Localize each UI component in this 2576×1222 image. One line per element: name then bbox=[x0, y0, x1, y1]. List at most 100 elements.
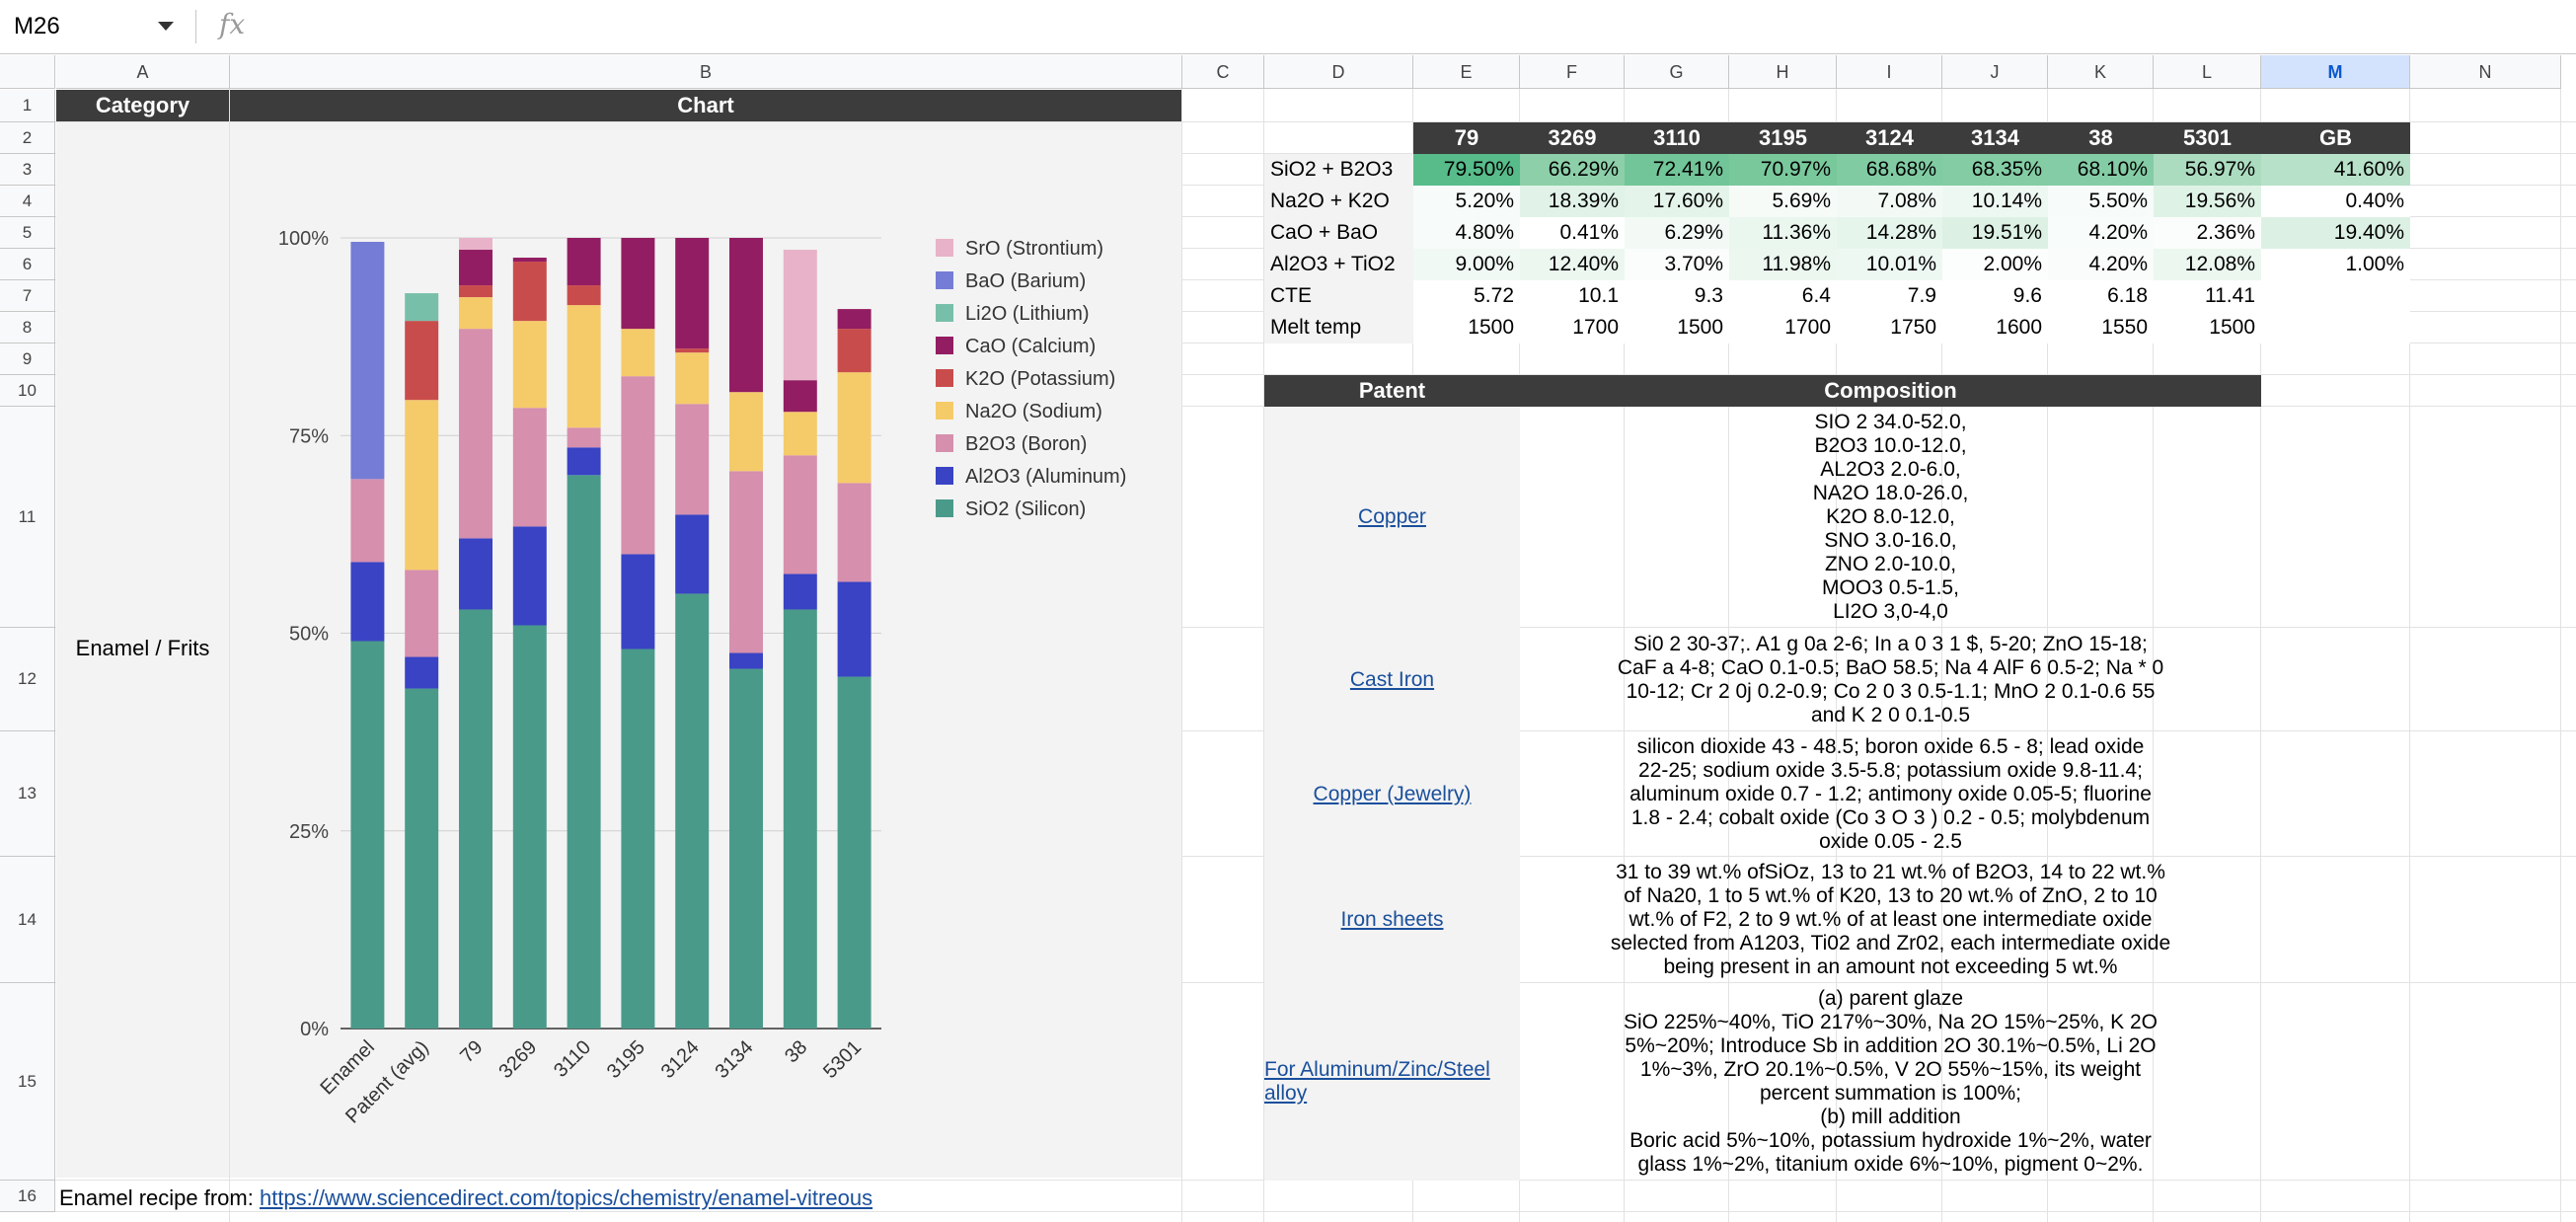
table-cell[interactable]: 11.41 bbox=[2154, 280, 2261, 312]
table-cell[interactable]: 5.69% bbox=[1729, 186, 1837, 217]
bar-segment[interactable] bbox=[729, 471, 763, 653]
bar-segment[interactable] bbox=[512, 526, 547, 626]
row-header-3[interactable]: 3 bbox=[0, 154, 55, 186]
table-cell[interactable]: 1700 bbox=[1520, 312, 1625, 344]
bar-segment[interactable] bbox=[621, 329, 655, 377]
row-header-7[interactable]: 7 bbox=[0, 280, 55, 312]
column-header-b[interactable]: B bbox=[230, 55, 1182, 89]
bar-segment[interactable] bbox=[837, 581, 871, 677]
bar-segment[interactable] bbox=[567, 238, 601, 286]
bar-segment[interactable] bbox=[567, 475, 601, 1029]
table-cell[interactable]: 18.39% bbox=[1520, 186, 1625, 217]
bar-segment[interactable] bbox=[405, 656, 439, 689]
row-header-6[interactable]: 6 bbox=[0, 249, 55, 280]
table-cell[interactable]: 1550 bbox=[2048, 312, 2154, 344]
table-cell[interactable]: 12.40% bbox=[1520, 249, 1625, 280]
patent-link[interactable]: For Aluminum/Zinc/Steel alloy bbox=[1264, 1058, 1520, 1106]
patent-cell[interactable]: For Aluminum/Zinc/Steel alloy bbox=[1264, 983, 1520, 1181]
column-header-h[interactable]: H bbox=[1729, 55, 1837, 89]
table-row-label[interactable]: CaO + BaO bbox=[1264, 217, 1413, 249]
table-cell[interactable]: 12.08% bbox=[2154, 249, 2261, 280]
table-cell[interactable]: 17.60% bbox=[1625, 186, 1729, 217]
row-header-14[interactable]: 14 bbox=[0, 857, 55, 983]
table-cell[interactable]: 14.28% bbox=[1837, 217, 1942, 249]
column-header-n[interactable]: N bbox=[2410, 55, 2561, 89]
table-cell[interactable]: 1500 bbox=[1625, 312, 1729, 344]
bar-segment[interactable] bbox=[459, 297, 492, 330]
bar-segment[interactable] bbox=[621, 554, 655, 649]
table-header-5301[interactable]: 5301 bbox=[2154, 122, 2261, 154]
patent-cell[interactable]: Copper bbox=[1264, 407, 1520, 628]
column-header-k[interactable]: K bbox=[2048, 55, 2154, 89]
bar-segment[interactable] bbox=[837, 676, 871, 1029]
column-header-f[interactable]: F bbox=[1520, 55, 1625, 89]
bar-segment[interactable] bbox=[837, 309, 871, 330]
table-cell[interactable]: 79.50% bbox=[1413, 154, 1520, 186]
select-all-corner[interactable] bbox=[0, 55, 55, 89]
bar-segment[interactable] bbox=[729, 238, 763, 393]
table-cell[interactable]: 2.36% bbox=[2154, 217, 2261, 249]
table-header-3195[interactable]: 3195 bbox=[1729, 122, 1837, 154]
table-cell[interactable]: 0.40% bbox=[2261, 186, 2410, 217]
table-cell[interactable]: 2.00% bbox=[1942, 249, 2048, 280]
stacked-bar-chart[interactable]: 0%25%50%75%100%EnamelPatent (avg) 79 3269 3… bbox=[230, 122, 1181, 1178]
table-header-3110[interactable]: 3110 bbox=[1625, 122, 1729, 154]
table-cell[interactable]: 1600 bbox=[1942, 312, 2048, 344]
table-header-38[interactable]: 38 bbox=[2048, 122, 2154, 154]
table-cell[interactable]: 1700 bbox=[1729, 312, 1837, 344]
table-cell[interactable]: 1750 bbox=[1837, 312, 1942, 344]
patent-link[interactable]: Copper (Jewelry) bbox=[1314, 783, 1472, 806]
bar-segment[interactable] bbox=[567, 427, 601, 448]
table-cell[interactable]: 0.41% bbox=[1520, 217, 1625, 249]
table-header-gb[interactable]: GB bbox=[2261, 122, 2410, 154]
table-cell[interactable]: 68.68% bbox=[1837, 154, 1942, 186]
bar-segment[interactable] bbox=[512, 408, 547, 527]
bar-segment[interactable] bbox=[567, 285, 601, 306]
column-header-c[interactable]: C bbox=[1182, 55, 1264, 89]
table-cell[interactable]: 4.80% bbox=[1413, 217, 1520, 249]
bar-segment[interactable] bbox=[621, 376, 655, 555]
table-cell[interactable]: 5.20% bbox=[1413, 186, 1520, 217]
bar-segment[interactable] bbox=[621, 649, 655, 1029]
column-header-l[interactable]: L bbox=[2154, 55, 2261, 89]
row-header-9[interactable]: 9 bbox=[0, 344, 55, 375]
bar-segment[interactable] bbox=[729, 652, 763, 669]
table-row-label[interactable]: Al2O3 + TiO2 bbox=[1264, 249, 1413, 280]
bar-segment[interactable] bbox=[837, 372, 871, 484]
bar-segment[interactable] bbox=[350, 479, 385, 563]
category-header[interactable]: Category bbox=[56, 90, 229, 121]
footer-link[interactable]: https://www.sciencedirect.com/topics/che… bbox=[260, 1185, 872, 1210]
row-header-12[interactable]: 12 bbox=[0, 628, 55, 731]
column-header-j[interactable]: J bbox=[1942, 55, 2048, 89]
row-header-11[interactable]: 11 bbox=[0, 407, 55, 628]
composition-cell[interactable]: (a) parent glaze SiO 225%~40%, TiO 217%~… bbox=[1520, 983, 2261, 1181]
patent-link[interactable]: Copper bbox=[1358, 505, 1426, 529]
bar-segment[interactable] bbox=[459, 538, 492, 610]
bar-segment[interactable] bbox=[675, 404, 710, 515]
patent-cell[interactable]: Copper (Jewelry) bbox=[1264, 731, 1520, 857]
table-cell[interactable]: 4.20% bbox=[2048, 249, 2154, 280]
column-header-i[interactable]: I bbox=[1837, 55, 1942, 89]
bar-segment[interactable] bbox=[783, 573, 817, 610]
table-cell[interactable]: 6.4 bbox=[1729, 280, 1837, 312]
name-box-dropdown-icon[interactable] bbox=[158, 22, 174, 31]
table-cell[interactable]: 19.56% bbox=[2154, 186, 2261, 217]
bar-segment[interactable] bbox=[621, 238, 655, 330]
column-header-d[interactable]: D bbox=[1264, 55, 1413, 89]
row-header-8[interactable]: 8 bbox=[0, 312, 55, 344]
bar-segment[interactable] bbox=[350, 641, 385, 1029]
bar-segment[interactable] bbox=[512, 321, 547, 409]
table-cell[interactable]: 10.1 bbox=[1520, 280, 1625, 312]
patent-header[interactable]: Patent bbox=[1264, 375, 1520, 407]
bar-segment[interactable] bbox=[459, 329, 492, 539]
bar-segment[interactable] bbox=[405, 400, 439, 571]
bar-segment[interactable] bbox=[837, 329, 871, 373]
row-header-2[interactable]: 2 bbox=[0, 122, 55, 154]
bar-segment[interactable] bbox=[783, 412, 817, 456]
bar-segment[interactable] bbox=[837, 483, 871, 582]
table-row-label[interactable]: SiO2 + B2O3 bbox=[1264, 154, 1413, 186]
bar-segment[interactable] bbox=[783, 380, 817, 413]
bar-segment[interactable] bbox=[675, 348, 710, 353]
bar-segment[interactable] bbox=[729, 392, 763, 472]
table-cell[interactable]: 1500 bbox=[2154, 312, 2261, 344]
